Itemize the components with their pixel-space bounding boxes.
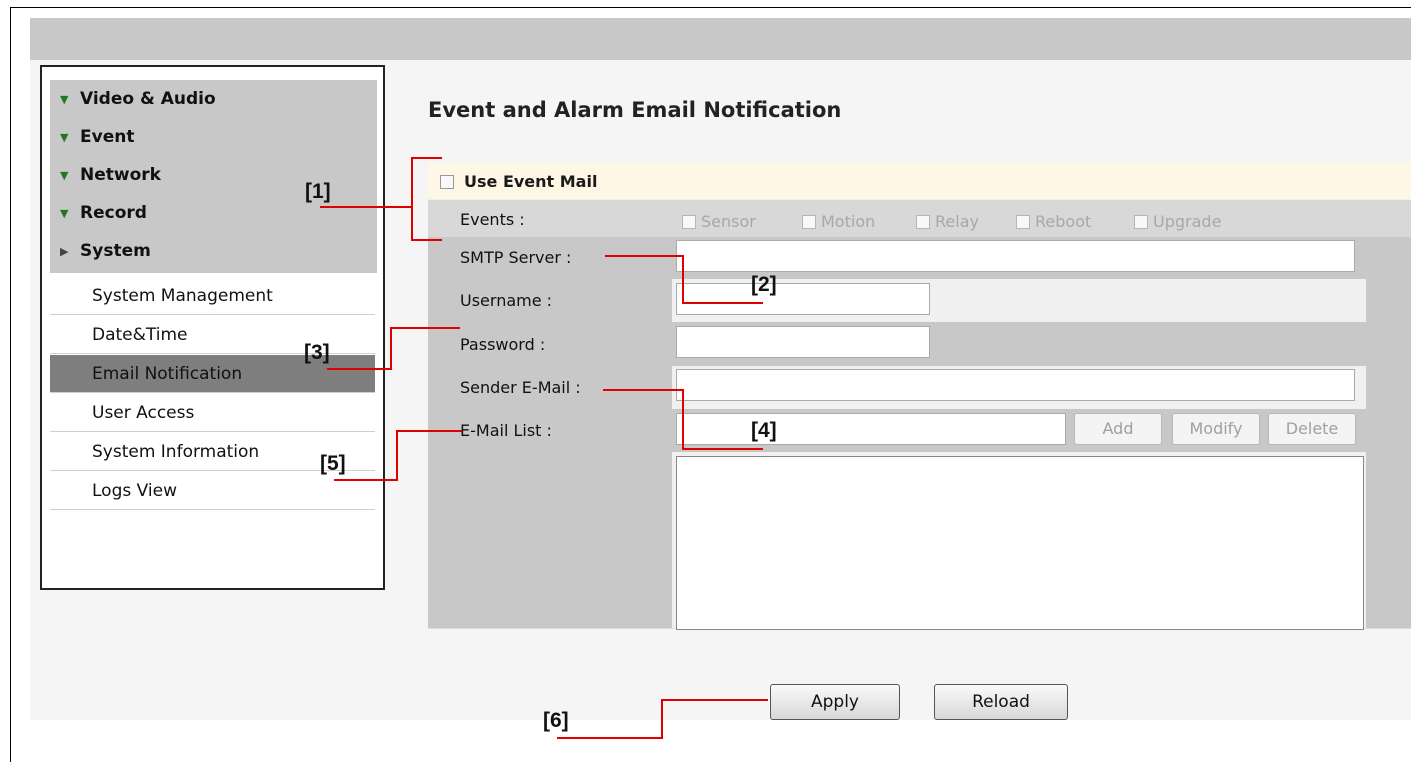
callout-6: [6]	[543, 709, 569, 732]
callout-4: [4]	[751, 419, 777, 442]
callout-3: [3]	[304, 341, 330, 364]
callout-1: [1]	[305, 180, 331, 203]
callout-lines	[320, 157, 768, 739]
callout-2: [2]	[751, 273, 777, 296]
callout-5: [5]	[320, 452, 346, 475]
